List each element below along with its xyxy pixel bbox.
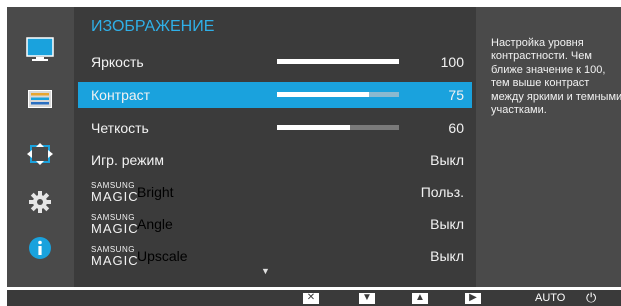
auto-button[interactable]: AUTO [535, 291, 565, 305]
up-arrow-icon: ▲ [412, 292, 428, 304]
row-value: Выкл [430, 152, 464, 168]
row-label: Контраст [91, 87, 151, 103]
row-label: Upscale [137, 248, 188, 264]
down-button[interactable]: ▼ [359, 291, 375, 305]
row-label: Angle [137, 216, 173, 232]
row-value: Выкл [430, 216, 464, 232]
menu-title: ИЗОБРАЖЕНИЕ [91, 18, 215, 35]
slider-fill [277, 92, 369, 97]
monitor-icon[interactable] [17, 35, 63, 65]
row-label: Bright [137, 184, 174, 200]
menu-row-magic-upscale[interactable]: SAMSUNG MAGIC Upscale Выкл [78, 243, 472, 269]
osd-menu: ИЗОБРАЖЕНИЕ Яркость 100 Контраст 75 Четк… [7, 7, 621, 287]
row-label: Игр. режим [91, 152, 164, 168]
row-label: Четкость [91, 120, 149, 136]
menu-row-game-mode[interactable]: Игр. режим Выкл [78, 147, 472, 173]
menu-row-sharpness[interactable]: Четкость 60 [78, 115, 472, 141]
brightness-slider[interactable] [277, 59, 399, 64]
scroll-down-indicator[interactable]: ▼ [261, 266, 270, 276]
slider-fill [277, 59, 399, 64]
help-panel: Настройка уровня контрастности. Чем ближ… [483, 7, 621, 287]
row-value: 60 [448, 120, 464, 136]
row-value: 100 [440, 54, 464, 70]
settings-gear-icon[interactable] [17, 187, 63, 217]
row-label: Яркость [91, 54, 144, 70]
menu-row-magic-angle[interactable]: SAMSUNG MAGIC Angle Выкл [78, 211, 472, 237]
info-icon[interactable] [17, 233, 63, 263]
power-icon: ⏻ [586, 290, 597, 305]
menu-row-magic-bright[interactable]: SAMSUNG MAGIC Bright Польз. [78, 179, 472, 205]
help-text: Настройка уровня контрастности. Чем ближ… [491, 37, 621, 117]
contrast-slider[interactable] [277, 92, 399, 97]
menu-row-brightness[interactable]: Яркость 100 [78, 49, 472, 75]
picture-menu-panel: ИЗОБРАЖЕНИЕ Яркость 100 Контраст 75 Четк… [74, 7, 476, 287]
close-icon: ✕ [303, 292, 319, 304]
picture-adjust-icon[interactable] [17, 84, 63, 114]
row-value: Выкл [430, 248, 464, 264]
down-arrow-icon: ▼ [359, 292, 375, 304]
size-position-icon[interactable] [17, 139, 63, 169]
menu-row-contrast[interactable]: Контраст 75 [78, 82, 472, 108]
sharpness-slider[interactable] [277, 125, 399, 130]
right-arrow-icon: ▶ [465, 292, 481, 304]
slider-fill [277, 125, 351, 130]
control-bar: ✕ ▼ ▲ ▶ AUTO ⏻ [7, 290, 621, 306]
auto-label: AUTO [535, 292, 566, 304]
up-button[interactable]: ▲ [412, 291, 428, 305]
enter-button[interactable]: ▶ [465, 291, 481, 305]
row-value: Польз. [420, 184, 464, 200]
close-button[interactable]: ✕ [303, 291, 319, 305]
power-button[interactable]: ⏻ [586, 290, 597, 305]
row-value: 75 [448, 87, 464, 103]
category-sidebar [7, 7, 73, 287]
